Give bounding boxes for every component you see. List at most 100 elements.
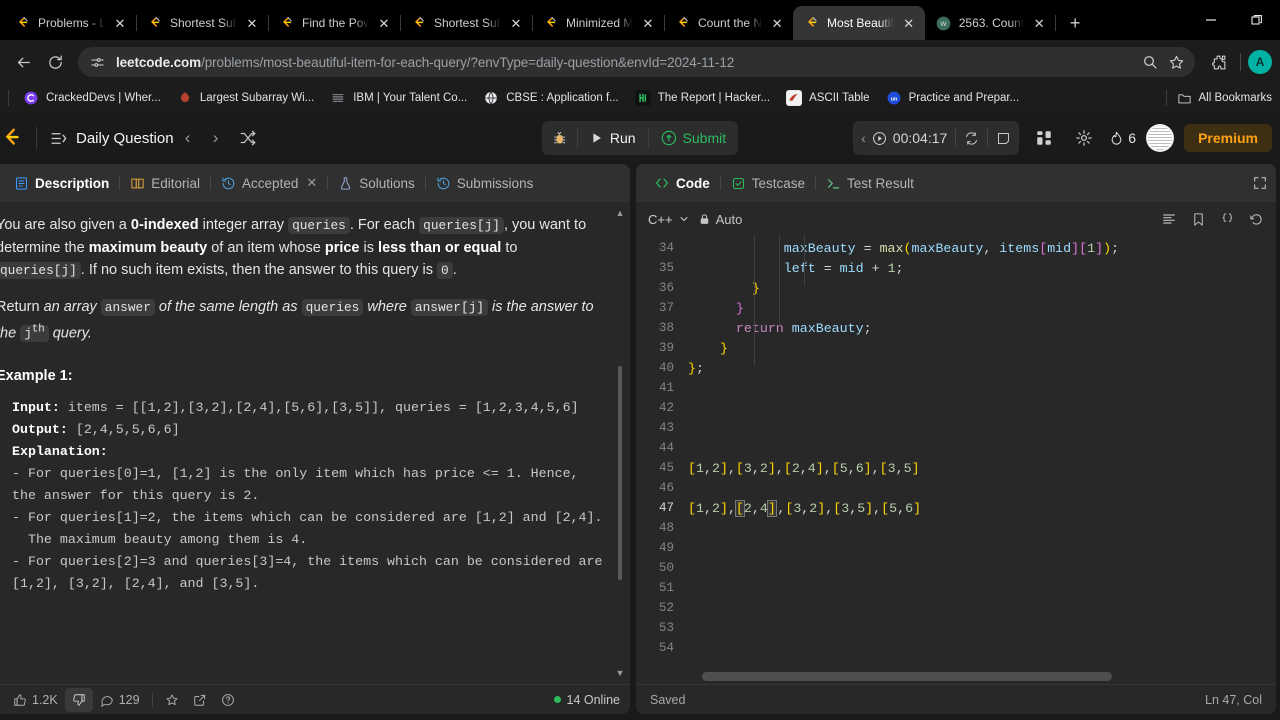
close-icon[interactable]: ✕ bbox=[508, 15, 524, 31]
tab-description[interactable]: Description bbox=[4, 164, 119, 202]
browser-tab[interactable]: Problems - L ✕ bbox=[4, 6, 137, 40]
help-button[interactable] bbox=[214, 688, 242, 712]
restore-icon[interactable] bbox=[1234, 0, 1280, 40]
bookmark-item[interactable]: ASCII Table bbox=[778, 87, 878, 109]
close-icon[interactable]: ✕ bbox=[376, 15, 392, 31]
reset-code-icon[interactable] bbox=[1249, 212, 1264, 227]
code-line[interactable]: 39 } bbox=[636, 338, 1276, 358]
code-line[interactable]: 34 maxBeauty = max(maxBeauty, items[mid]… bbox=[636, 238, 1276, 258]
auto-save-status[interactable]: Auto bbox=[698, 212, 742, 227]
browser-tab-active[interactable]: Most Beautif ✕ bbox=[793, 6, 925, 40]
tab-code[interactable]: Code bbox=[644, 164, 720, 202]
next-problem-button[interactable]: › bbox=[202, 124, 230, 152]
browser-tab[interactable]: Count the N ✕ bbox=[664, 6, 795, 40]
streak-counter[interactable]: 6 bbox=[1109, 130, 1136, 146]
search-icon[interactable] bbox=[1142, 54, 1158, 70]
close-icon[interactable]: ✕ bbox=[112, 15, 128, 31]
close-icon[interactable]: ✕ bbox=[901, 15, 917, 31]
reload-icon[interactable] bbox=[40, 47, 70, 77]
browser-tab[interactable]: Shortest Sub ✕ bbox=[400, 6, 533, 40]
code-line[interactable]: 42 bbox=[636, 398, 1276, 418]
editor-horizontal-scrollbar[interactable] bbox=[702, 672, 1113, 681]
bookmark-item[interactable]: CBSE : Application f... bbox=[475, 87, 627, 109]
scroll-up-arrow-icon[interactable]: ▲ bbox=[615, 208, 625, 218]
scrollbar-track[interactable] bbox=[618, 220, 623, 666]
run-button[interactable]: Run bbox=[578, 121, 648, 155]
code-line[interactable]: 38 return maxBeauty; bbox=[636, 318, 1276, 338]
code-line[interactable]: 37 } bbox=[636, 298, 1276, 318]
close-icon[interactable]: ✕ bbox=[1031, 15, 1047, 31]
close-icon[interactable]: ✕ bbox=[769, 15, 785, 31]
star-icon[interactable] bbox=[1168, 54, 1185, 71]
tab-accepted[interactable]: Accepted ✕ bbox=[211, 164, 327, 202]
extensions-puzzle-icon[interactable] bbox=[1203, 47, 1233, 77]
timer-play-icon[interactable] bbox=[872, 131, 887, 146]
leetcode-logo-icon[interactable] bbox=[0, 125, 24, 151]
code-line[interactable]: 54 bbox=[636, 638, 1276, 658]
tab-submissions[interactable]: Submissions bbox=[426, 164, 544, 202]
new-tab-button[interactable]: + bbox=[1061, 9, 1089, 37]
curly-braces-icon[interactable] bbox=[1220, 212, 1235, 227]
dislike-button[interactable] bbox=[64, 687, 93, 712]
timer-collapse-icon[interactable]: ‹ bbox=[861, 130, 866, 146]
code-line[interactable]: 35 left = mid + 1; bbox=[636, 258, 1276, 278]
address-bar[interactable]: leetcode.com/problems/most-beautiful-ite… bbox=[78, 47, 1195, 77]
close-icon[interactable]: ✕ bbox=[306, 175, 317, 191]
profile-avatar[interactable]: A bbox=[1248, 50, 1272, 74]
code-line[interactable]: 52 bbox=[636, 598, 1276, 618]
grid-apps-icon[interactable] bbox=[1029, 123, 1059, 153]
bookmark-item[interactable]: un Practice and Prepar... bbox=[878, 87, 1028, 109]
favorite-button[interactable] bbox=[158, 688, 186, 712]
timer-widget[interactable]: ‹ 00:04:17 bbox=[853, 121, 1020, 155]
user-avatar[interactable] bbox=[1146, 124, 1175, 152]
comment-button[interactable]: 129 bbox=[93, 688, 147, 712]
code-line[interactable]: 44 bbox=[636, 438, 1276, 458]
minimize-icon[interactable] bbox=[1188, 0, 1234, 40]
tab-test-result[interactable]: Test Result bbox=[816, 164, 924, 202]
code-line-active[interactable]: 47 [1,2],[2,4] ,[3,2],[3,5],[5,6] bbox=[636, 498, 1276, 518]
bookmark-item[interactable]: The Report | Hacker... bbox=[627, 87, 778, 109]
tab-editorial[interactable]: Editorial bbox=[120, 164, 210, 202]
code-line[interactable]: 49 bbox=[636, 538, 1276, 558]
code-line[interactable]: 50 bbox=[636, 558, 1276, 578]
back-arrow-icon[interactable] bbox=[8, 47, 38, 77]
format-lines-icon[interactable] bbox=[1161, 211, 1177, 227]
code-line[interactable]: 46 bbox=[636, 478, 1276, 498]
code-line[interactable]: 40 }; bbox=[636, 358, 1276, 378]
code-line[interactable]: 36 } bbox=[636, 278, 1276, 298]
expand-fullscreen-icon[interactable] bbox=[1252, 175, 1268, 191]
like-button[interactable]: 1.2K bbox=[6, 688, 65, 712]
code-line[interactable]: 43 bbox=[636, 418, 1276, 438]
scroll-down-arrow-icon[interactable]: ▼ bbox=[615, 668, 625, 678]
debug-bug-icon[interactable] bbox=[542, 121, 577, 155]
premium-button[interactable]: Premium bbox=[1184, 124, 1272, 152]
language-selector[interactable]: C++ bbox=[648, 212, 690, 227]
bookmark-item[interactable]: Largest Subarray Wi... bbox=[169, 87, 322, 109]
tab-testcase[interactable]: Testcase bbox=[721, 164, 815, 202]
code-editor[interactable]: 34 maxBeauty = max(maxBeauty, items[mid]… bbox=[636, 236, 1276, 684]
browser-tab[interactable]: Find the Pow ✕ bbox=[268, 6, 401, 40]
code-line[interactable]: 41 bbox=[636, 378, 1276, 398]
code-line[interactable]: 45 [1,2],[3,2],[2,4],[5,6],[3,5] bbox=[636, 458, 1276, 478]
bookmark-icon[interactable] bbox=[1191, 212, 1206, 227]
code-line[interactable]: 48 bbox=[636, 518, 1276, 538]
code-line[interactable]: 53 bbox=[636, 618, 1276, 638]
note-icon[interactable] bbox=[996, 131, 1011, 146]
code-line[interactable]: 51 bbox=[636, 578, 1276, 598]
daily-question-nav[interactable]: Daily Question bbox=[49, 129, 174, 148]
browser-tab[interactable]: Shortest Sub ✕ bbox=[136, 6, 269, 40]
browser-tab[interactable]: Minimized M ✕ bbox=[532, 6, 665, 40]
description-scrollbar[interactable]: ▲ ▼ bbox=[615, 208, 625, 678]
bookmark-item[interactable]: CrackedDevs | Wher... bbox=[15, 87, 169, 109]
browser-tab[interactable]: W 2563. Count ✕ bbox=[925, 6, 1057, 40]
share-button[interactable] bbox=[186, 688, 214, 712]
tab-solutions[interactable]: Solutions bbox=[328, 164, 425, 202]
scrollbar-thumb[interactable] bbox=[618, 366, 623, 580]
reset-icon[interactable] bbox=[964, 131, 979, 146]
close-icon[interactable]: ✕ bbox=[244, 15, 260, 31]
shuffle-icon[interactable] bbox=[234, 124, 262, 152]
site-settings-icon[interactable] bbox=[86, 51, 108, 73]
all-bookmarks-button[interactable]: All Bookmarks bbox=[1160, 90, 1279, 106]
gear-icon[interactable] bbox=[1069, 123, 1099, 153]
bookmark-item[interactable]: IBM | Your Talent Co... bbox=[322, 87, 475, 109]
